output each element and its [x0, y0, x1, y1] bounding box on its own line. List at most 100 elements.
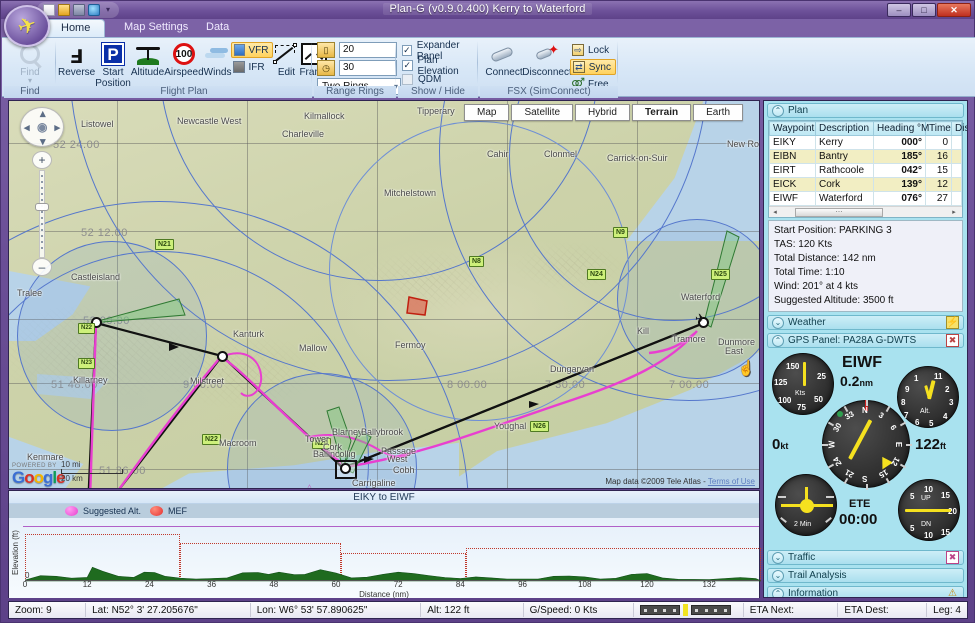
section-header-trail-analysis[interactable]: ⌄ Trail Analysis	[767, 568, 964, 583]
maximize-button[interactable]: □	[912, 3, 936, 17]
col-time[interactable]: Time	[925, 121, 952, 136]
scroll-left-icon[interactable]: ◂	[769, 208, 781, 216]
pan-right-icon[interactable]: ▸	[54, 121, 60, 134]
table-row[interactable]: EICK Cork 139° 12	[769, 177, 962, 192]
col-description[interactable]: Description	[815, 121, 874, 136]
lock-mode-option[interactable]: ⇨ Lock	[570, 42, 616, 58]
table-row[interactable]: EIRT Rathcoole 042° 15	[769, 163, 962, 178]
collapse-icon[interactable]: ⌃	[772, 334, 784, 347]
zoom-thumb[interactable]	[35, 203, 49, 211]
connect-button[interactable]: Connect	[484, 39, 524, 78]
warning-icon[interactable]: ⚠	[946, 587, 959, 597]
elevation-x-tick: 48	[269, 580, 279, 589]
plan-table-hscrollbar[interactable]: ◂ ⋯ ▸	[769, 206, 962, 217]
map-view-hybrid[interactable]: Hybrid	[575, 104, 630, 121]
sync-icon[interactable]	[88, 4, 100, 16]
map-place-label: Castleisland	[71, 272, 121, 282]
disconnect-button[interactable]: ✦ Disconnect	[522, 39, 571, 78]
map-viewport[interactable]: 52 24.00 52 12.00 52 00.00 51 48.00 51 3…	[8, 100, 760, 489]
terms-of-use-link[interactable]: Terms of Use	[708, 477, 755, 486]
col-distance[interactable]: Dis	[951, 121, 967, 136]
close-button[interactable]: ✕	[937, 3, 971, 17]
waypoint-eirt[interactable]	[217, 351, 228, 362]
altitude-button[interactable]: Altitude	[131, 39, 164, 78]
zoom-in-button[interactable]: +	[32, 151, 52, 169]
fsx-mode-selector: ⇨ Lock ⇄ Sync ⚤ Free	[570, 39, 616, 92]
find-dropdown-caret[interactable]: ▾	[28, 77, 32, 85]
sync-mode-option[interactable]: ⇄ Sync	[570, 59, 616, 75]
tab-data[interactable]: Data	[192, 19, 243, 37]
map-view-map[interactable]: Map	[464, 104, 510, 121]
tab-map-settings[interactable]: Map Settings	[110, 19, 202, 37]
start-position-button[interactable]: P Start Position	[95, 39, 131, 89]
map-view-terrain[interactable]: Terrain	[631, 104, 692, 121]
chevron-down-icon[interactable]: ▾	[103, 5, 113, 15]
tab-home[interactable]: Home	[46, 19, 106, 37]
plan-elevation-panel: EIKY to EIWF Suggested Alt. MEF Elevatio…	[8, 490, 761, 599]
section-header-information[interactable]: ⌃ Information ⚠	[767, 586, 964, 597]
section-header-traffic[interactable]: ⌄ Traffic ✖	[767, 550, 964, 565]
plan-elevation-checkbox[interactable]: ✓ Plan Elevation	[402, 55, 478, 77]
map-place-label: Killarney	[73, 375, 108, 385]
elevation-x-tick: 84	[455, 580, 465, 589]
map-place-label: East	[725, 346, 744, 356]
pan-down-icon[interactable]: ▾	[40, 135, 46, 148]
ribbon-group-show-hide: ✓ Expander Panel ✓ Plan Elevation QDM Sh…	[398, 38, 478, 98]
vfr-option[interactable]: VFR	[231, 42, 274, 58]
cell-heading: 000°	[873, 135, 926, 150]
winds-button[interactable]: Winds	[204, 39, 231, 78]
section-header-weather[interactable]: ⌄ Weather ⚡	[767, 315, 964, 330]
table-row[interactable]: EIBN Bantry 185° 16	[769, 149, 962, 164]
expand-icon[interactable]: ⌄	[772, 569, 784, 582]
plan-summary-line: Wind: 201° at 4 kts	[774, 281, 859, 292]
col-waypoint[interactable]: Waypoint	[769, 121, 816, 136]
section-header-gps[interactable]: ⌃ GPS Panel: PA28A G-DWTS ✖	[767, 333, 964, 348]
map-place-label: Ballybrook	[361, 427, 404, 437]
zoom-out-button[interactable]: –	[32, 258, 52, 276]
scroll-thumb[interactable]: ⋯	[795, 207, 883, 217]
elevation-legend: Suggested Alt. MEF	[9, 504, 759, 518]
map-pan-control[interactable]: ▴ ◂ ▸ ▾ ◉	[20, 107, 64, 148]
collapse-icon[interactable]: ⌃	[772, 587, 784, 597]
minimize-button[interactable]: –	[887, 3, 911, 17]
map-canvas[interactable]: 52 24.00 52 12.00 52 00.00 51 48.00 51 3…	[9, 101, 759, 488]
expand-icon[interactable]: ⌄	[772, 551, 784, 564]
broken-image-icon[interactable]: ✖	[946, 551, 959, 564]
cell-distance	[951, 177, 962, 192]
waypoint-eick[interactable]	[340, 463, 351, 474]
broken-image-icon[interactable]: ✖	[946, 334, 959, 347]
cell-waypoint: EIWF	[769, 191, 816, 206]
edit-button[interactable]: Edit	[273, 39, 299, 78]
pan-left-icon[interactable]: ◂	[24, 121, 30, 134]
alt-tick: 5	[929, 419, 934, 428]
progress-block-right	[690, 605, 731, 615]
plan-table[interactable]: Waypoint Description Heading °M Time Dis…	[768, 120, 967, 218]
qdm-checkbox[interactable]: QDM	[402, 73, 441, 85]
map-zoom-slider[interactable]: + –	[32, 151, 52, 276]
reverse-button[interactable]: ⅎ Reverse	[58, 39, 95, 78]
elevation-x-tick: 60	[331, 580, 341, 589]
airspeed-button[interactable]: 100 Airspeed	[164, 39, 204, 78]
table-row[interactable]: EIKY Kerry 000° 0	[769, 135, 962, 150]
map-place-label: Kenmare	[27, 452, 64, 462]
section-header-plan[interactable]: ⌃ Plan	[767, 103, 964, 118]
google-attribution: POWERED BY Google	[12, 463, 66, 486]
expand-icon[interactable]: ⌄	[772, 316, 784, 329]
pan-up-icon[interactable]: ▴	[40, 107, 46, 120]
elevation-x-tick: 36	[207, 580, 217, 589]
open-icon[interactable]	[58, 4, 70, 16]
map-view-earth[interactable]: Earth	[693, 104, 744, 121]
table-row[interactable]: EIWF Waterford 076° 27	[769, 191, 962, 206]
lightning-icon[interactable]: ⚡	[946, 316, 959, 329]
application-menu-button[interactable]: ✈	[4, 5, 50, 47]
ifr-option[interactable]: IFR	[231, 60, 273, 74]
range-ring-2-input[interactable]: 30	[339, 60, 397, 76]
collapse-icon[interactable]: ⌃	[772, 104, 784, 117]
range-ring-1-input[interactable]: 20	[339, 42, 397, 58]
scroll-right-icon[interactable]: ▸	[948, 208, 960, 216]
col-heading[interactable]: Heading °M	[873, 121, 929, 136]
map-view-satellite[interactable]: Satellite	[511, 104, 574, 121]
direction-arrow	[529, 401, 539, 408]
save-icon[interactable]	[73, 4, 85, 16]
recenter-icon[interactable]: ◉	[37, 120, 47, 134]
